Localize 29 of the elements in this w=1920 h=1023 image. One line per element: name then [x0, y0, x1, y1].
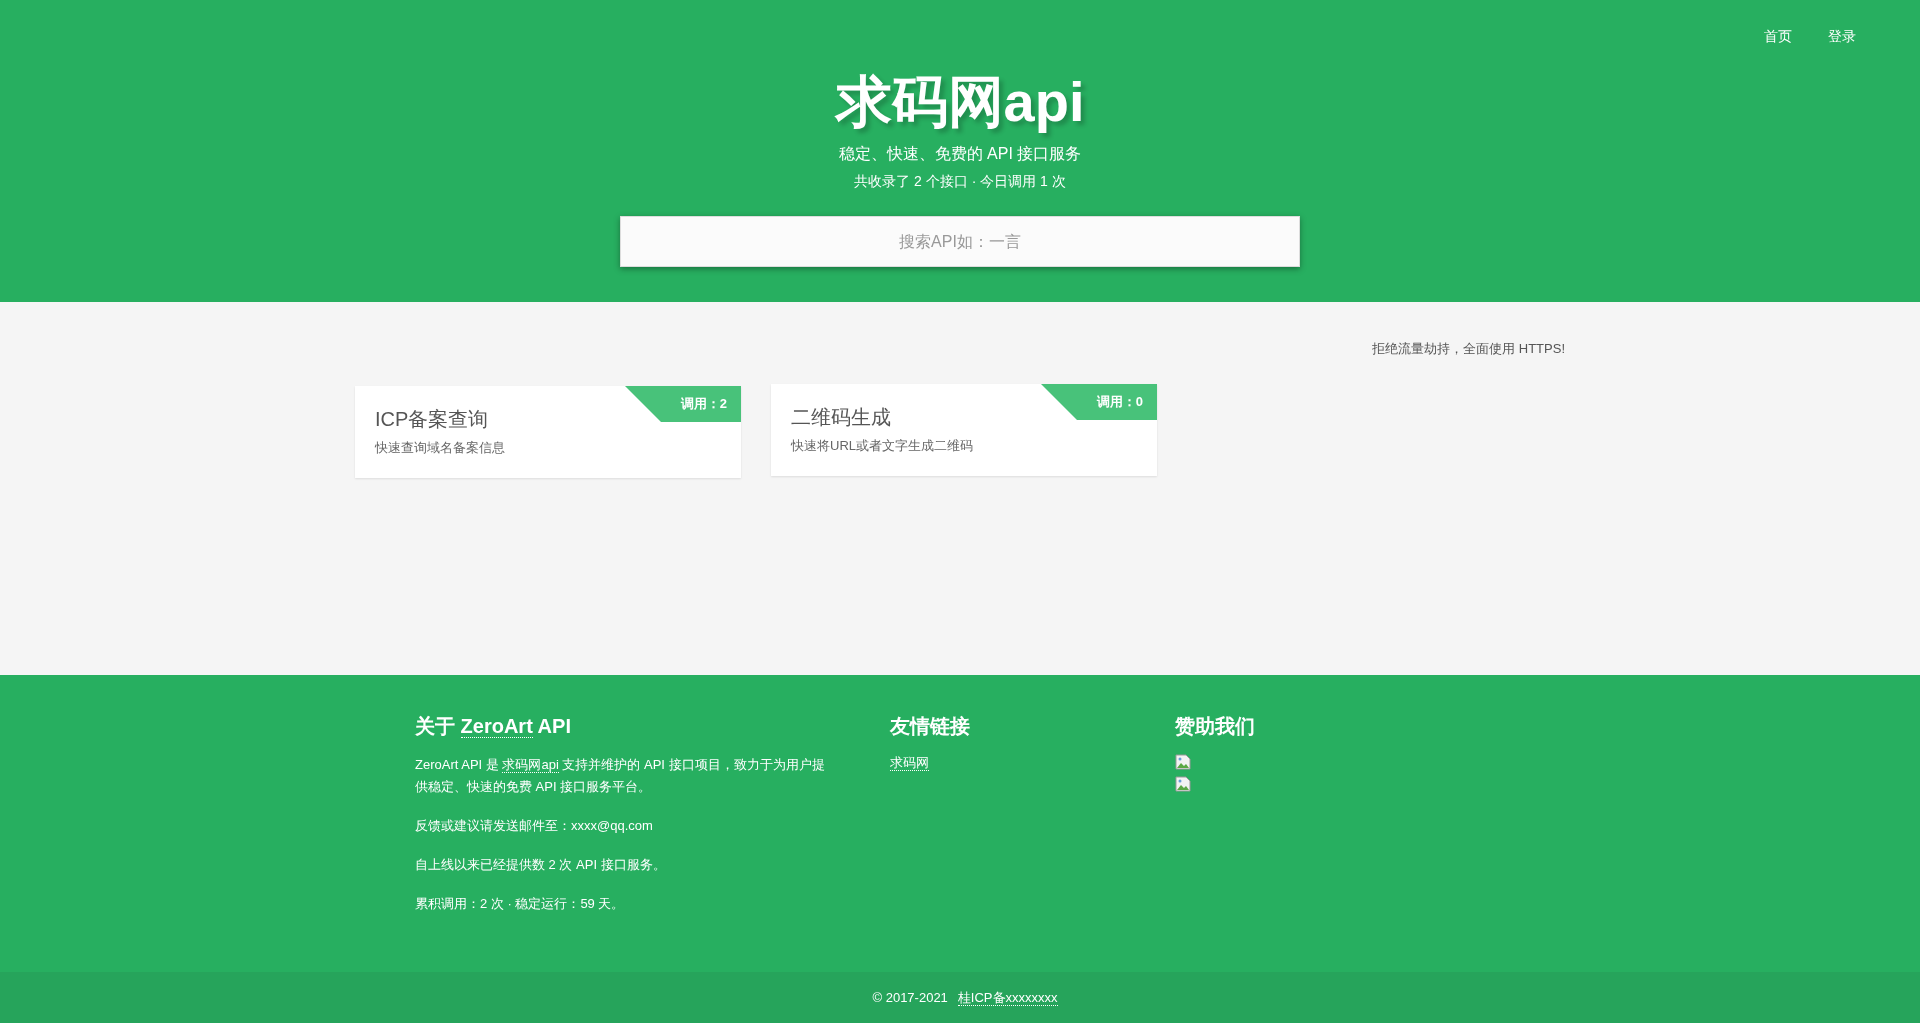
footer-heading: 关于 ZeroArt API [415, 714, 572, 740]
card-title: ICP备案查询 [375, 407, 490, 432]
inline-link[interactable]: 求码网api [502, 757, 559, 773]
site-subtitle: 稳定、快速、免费的 API 接口服务 [838, 144, 1082, 164]
footer-paragraph: 累积调用：2 次 · 稳定运行：59 天。 [415, 895, 626, 913]
call-count-badge: 调用：0 [1041, 384, 1157, 420]
search-field[interactable]: 搜索API如：一言 [620, 216, 1300, 267]
friend-link[interactable]: 求码网 [890, 755, 929, 771]
card-description: 快速将URL或者文字生成二维码 [791, 437, 974, 455]
footer-paragraph: 自上线以来已经提供数 2 次 API 接口服务。 [415, 856, 667, 874]
card-description: 快速查询域名备案信息 [375, 439, 506, 457]
card-title: 二维码生成 [791, 405, 892, 430]
call-count-badge: 调用：2 [625, 386, 741, 422]
nav-link[interactable]: 登录 [1824, 24, 1860, 50]
footer-heading: 赞助我们 [1175, 714, 1255, 739]
icp-link[interactable]: 桂ICP备xxxxxxxx [957, 989, 1058, 1006]
footer-heading: 友情链接 [890, 714, 971, 739]
footer-paragraph: ZeroArt API 是 求码网api 支持并维护的 API 接口项目，致力于为用户提供稳定、快速的免费 API 接口服务平台。 [415, 756, 825, 796]
api-card[interactable]: 二维码生成 快速将URL或者文字生成二维码 调用：0 [771, 384, 1157, 476]
footer-paragraph: 反馈或建议请发送邮件至：xxxx@qq.com [415, 817, 654, 835]
broken-image-icon [1175, 754, 1191, 770]
about-link[interactable]: ZeroArt [460, 715, 533, 738]
broken-image-icon [1175, 776, 1191, 792]
copyright-text: © 2017-2021 [872, 990, 948, 1005]
stats-text: 共收录了 2 个接口 · 今日调用 1 次 [854, 173, 1066, 191]
https-notice: 拒绝流量劫持，全面使用 HTTPS! [1372, 340, 1565, 358]
site-title: 求码网api [835, 69, 1085, 135]
nav-link[interactable]: 首页 [1760, 24, 1796, 50]
api-card[interactable]: ICP备案查询 快速查询域名备案信息 调用：2 [355, 386, 741, 478]
